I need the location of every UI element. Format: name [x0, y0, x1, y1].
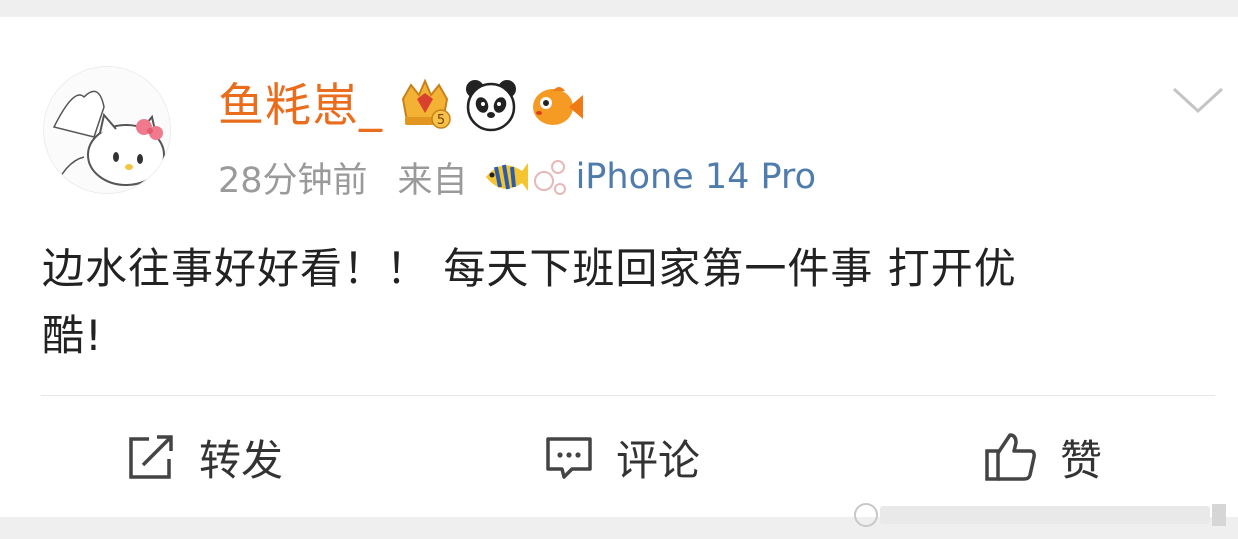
username[interactable]: 鱼粍崽_ [218, 75, 383, 135]
device-link[interactable]: iPhone 14 Pro [576, 157, 816, 197]
post-meta: 28分钟前 来自 iPhone 14 Pro [218, 152, 816, 202]
watermark-icon [854, 503, 1226, 527]
panda-badge-icon[interactable] [463, 77, 519, 133]
comment-label: 评论 [616, 435, 701, 485]
watermark [850, 500, 1228, 530]
comment-button[interactable]: 评论 [544, 427, 700, 487]
like-label: 赞 [1060, 435, 1103, 485]
share-icon [129, 435, 173, 479]
user-badges: 5 [397, 77, 595, 133]
avatar[interactable] [43, 66, 171, 194]
thumbs-up-icon [985, 433, 1036, 481]
bubbles-icon [533, 160, 566, 195]
user-row: 鱼粍崽_ 5 [218, 75, 595, 135]
chevron-down-icon[interactable] [1170, 81, 1226, 117]
crown-level-5-badge-icon[interactable]: 5 [397, 77, 453, 133]
hello-kitty-avatar-icon [44, 67, 170, 193]
post-text: 边水往事好好看！！ 每天下班回家第一件事 打开优 酷! [42, 235, 1202, 369]
device-icons [482, 155, 570, 199]
repost-button[interactable]: 转发 [127, 427, 283, 487]
repost-label: 转发 [199, 435, 284, 485]
goldfish-badge-icon[interactable] [529, 77, 585, 133]
post-time: 28分钟前 [218, 160, 368, 201]
post-text-line: 酷! [42, 311, 103, 360]
svg-text:5: 5 [437, 113, 445, 128]
divider [41, 395, 1215, 396]
post-text-line: 边水往事好好看！！ 每天下班回家第一件事 打开优 [42, 244, 1017, 293]
source-prefix: 来自 [397, 160, 468, 201]
tropical-fish-icon [485, 163, 528, 191]
comment-icon [546, 437, 592, 479]
like-button[interactable]: 赞 [984, 427, 1102, 487]
weibo-post-card: 鱼粍崽_ 5 28分钟前 来自 iPhone 14 Pro 边水往事好好看！！ … [0, 17, 1238, 527]
